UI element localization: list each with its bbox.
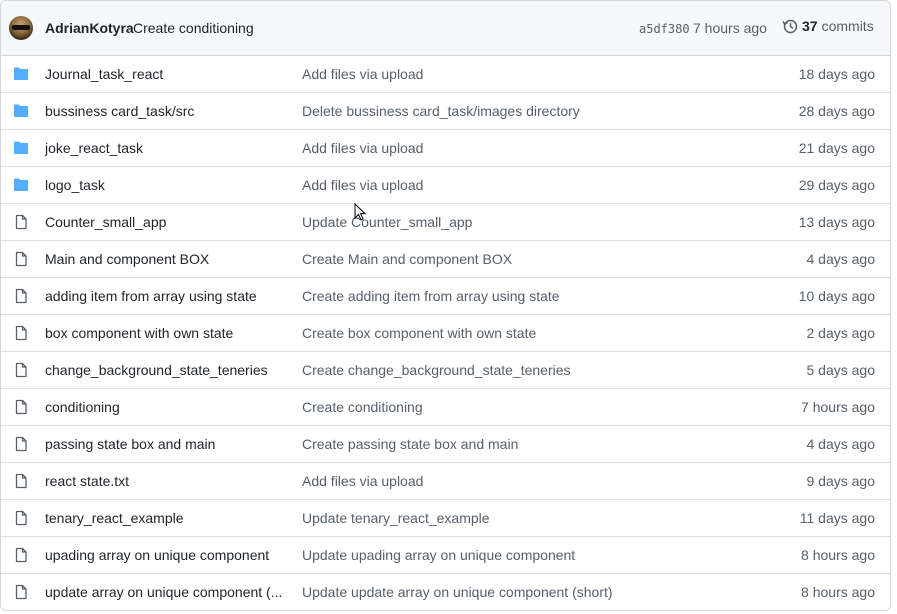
file-commit-message-link[interactable]: Create Main and component BOX — [302, 251, 512, 267]
file-commit-age: 5 days ago — [806, 362, 876, 378]
file-name-link[interactable]: Counter_small_app — [45, 214, 289, 230]
file-commit-message-link[interactable]: Update tenary_react_example — [302, 510, 490, 526]
file-icon — [13, 510, 29, 526]
folder-icon — [13, 177, 29, 193]
latest-commit-bar: AdrianKotyra Create conditioning a5df380… — [1, 1, 890, 56]
file-commit-message-link[interactable]: Update update array on unique component … — [302, 584, 613, 600]
file-list: Journal_task_react Add files via upload 18… — [1, 56, 890, 610]
file-commit-age: 13 days ago — [798, 214, 875, 230]
mouse-pointer-icon — [354, 203, 366, 221]
file-name-link[interactable]: box component with own state — [45, 325, 289, 341]
file-commit-age: 7 hours ago — [801, 399, 875, 415]
file-commit-message-link[interactable]: Add files via upload — [302, 177, 423, 193]
file-commit-age: 8 hours ago — [801, 584, 875, 600]
file-row[interactable]: tenary_react_example Update tenary_react_… — [1, 500, 890, 537]
file-icon — [13, 288, 29, 304]
folder-icon — [13, 140, 29, 156]
file-name-link[interactable]: bussiness card_task/src — [45, 103, 289, 119]
file-commit-message-link[interactable]: Create adding item from array using stat… — [302, 288, 560, 304]
file-icon — [13, 251, 29, 267]
file-icon — [13, 399, 29, 415]
file-commit-message-link[interactable]: Create passing state box and main — [302, 436, 518, 452]
file-name-link[interactable]: logo_task — [45, 177, 289, 193]
file-commit-age: 2 days ago — [806, 325, 876, 341]
avatar-glasses — [12, 25, 30, 30]
file-row[interactable]: adding item from array using state Create… — [1, 278, 890, 315]
file-name-link[interactable]: tenary_react_example — [45, 510, 289, 526]
file-commit-age: 21 days ago — [798, 140, 875, 156]
file-browser: AdrianKotyra Create conditioning a5df380… — [0, 0, 891, 611]
file-commit-age: 9 days ago — [806, 473, 876, 489]
file-commit-age: 8 hours ago — [801, 547, 875, 563]
file-commit-age: 28 days ago — [798, 103, 875, 119]
file-icon — [13, 214, 29, 230]
commit-sha-link[interactable]: a5df380 — [639, 22, 690, 36]
file-name-link[interactable]: change_background_state_teneries — [45, 362, 289, 378]
file-name-link[interactable]: Journal_task_react — [45, 66, 289, 82]
file-commit-message-link[interactable]: Update upading array on unique component — [302, 547, 575, 563]
file-commit-age: 4 days ago — [806, 436, 876, 452]
file-name-link[interactable]: update array on unique component (... — [45, 584, 289, 600]
file-row[interactable]: react state.txt Add files via upload 9 day… — [1, 463, 890, 500]
file-row[interactable]: Journal_task_react Add files via upload 18… — [1, 56, 890, 93]
folder-icon — [13, 66, 29, 82]
folder-icon — [13, 103, 29, 119]
file-commit-age: 18 days ago — [798, 66, 875, 82]
file-commit-message-link[interactable]: Update Counter_small_app — [302, 214, 472, 230]
file-row[interactable]: joke_react_task Add files via upload 21 da… — [1, 130, 890, 167]
avatar[interactable] — [9, 16, 33, 40]
file-row[interactable]: bussiness card_task/src Delete bussiness … — [1, 93, 890, 130]
file-icon — [13, 473, 29, 489]
file-commit-message-link[interactable]: Add files via upload — [302, 140, 423, 156]
file-name-link[interactable]: Main and component BOX — [45, 251, 289, 267]
file-icon — [13, 362, 29, 378]
file-commit-age: 11 days ago — [799, 510, 875, 526]
file-icon — [13, 584, 29, 600]
file-icon — [13, 325, 29, 341]
file-row[interactable]: Main and component BOX Create Main and co… — [1, 241, 890, 278]
file-row[interactable]: conditioning Create conditioning 7 hours a… — [1, 389, 890, 426]
history-icon — [782, 19, 798, 34]
file-commit-age: 10 days ago — [798, 288, 875, 304]
commits-count: 37 — [802, 18, 818, 34]
file-name-link[interactable]: passing state box and main — [45, 436, 289, 452]
file-commit-age: 4 days ago — [806, 251, 876, 267]
file-commit-message-link[interactable]: Delete bussiness card_task/images direct… — [302, 103, 580, 119]
commit-time: 7 hours ago — [693, 20, 767, 36]
file-row[interactable]: upading array on unique component Update … — [1, 537, 890, 574]
file-icon — [13, 547, 29, 563]
file-commit-message-link[interactable]: Add files via upload — [302, 473, 423, 489]
file-row[interactable]: logo_task Add files via upload 29 days ago — [1, 167, 890, 204]
file-commit-message-link[interactable]: Add files via upload — [302, 66, 423, 82]
file-commit-message-link[interactable]: Create conditioning — [302, 399, 423, 415]
file-row[interactable]: box component with own state Create box c… — [1, 315, 890, 352]
file-commit-message-link[interactable]: Create box component with own state — [302, 325, 536, 341]
file-name-link[interactable]: upading array on unique component — [45, 547, 289, 563]
commits-history-link[interactable]: 37 commits — [782, 18, 874, 34]
file-row[interactable]: Counter_small_app Update Counter_small_ap… — [1, 204, 890, 241]
file-commit-age: 29 days ago — [798, 177, 875, 193]
file-name-link[interactable]: conditioning — [45, 399, 289, 415]
file-name-link[interactable]: joke_react_task — [45, 140, 289, 156]
file-row[interactable]: passing state box and main Create passing… — [1, 426, 890, 463]
file-row[interactable]: update array on unique component (... Upd… — [1, 574, 890, 610]
file-name-link[interactable]: react state.txt — [45, 473, 289, 489]
file-row[interactable]: change_background_state_teneries Create c… — [1, 352, 890, 389]
file-name-link[interactable]: adding item from array using state — [45, 288, 289, 304]
commit-message-link[interactable]: Create conditioning — [133, 20, 254, 36]
commits-label: commits — [821, 18, 874, 34]
file-commit-message-link[interactable]: Create change_background_state_teneries — [302, 362, 571, 378]
commit-author-link[interactable]: AdrianKotyra — [45, 20, 134, 36]
file-icon — [13, 436, 29, 452]
